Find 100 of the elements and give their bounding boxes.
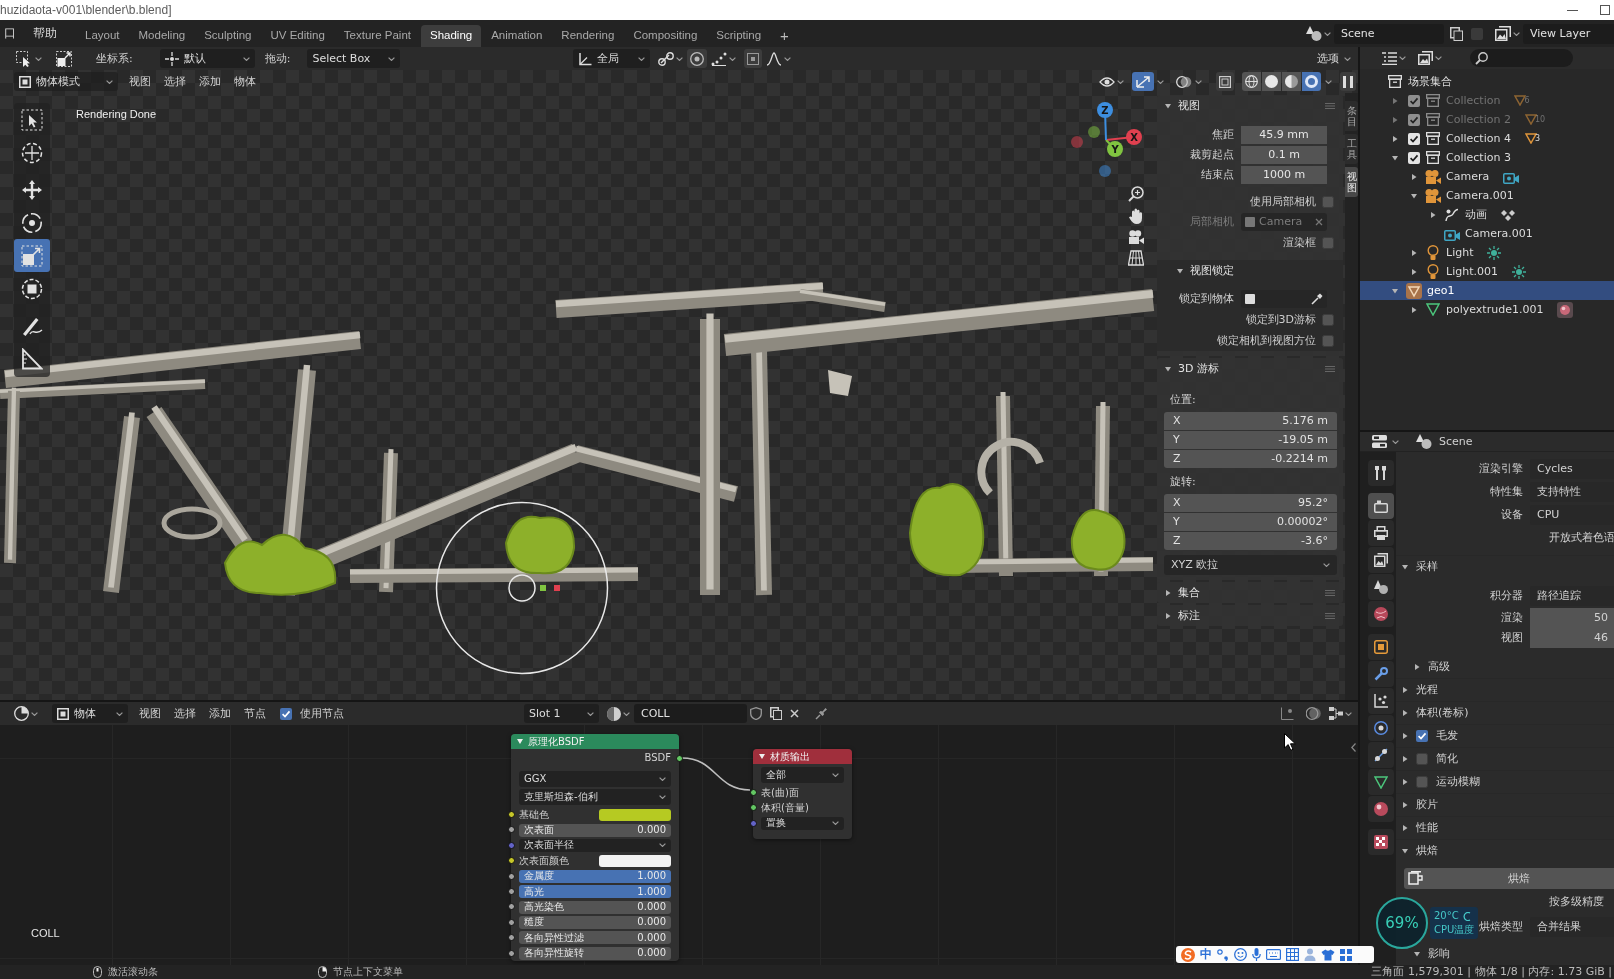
caret-icon[interactable] (1195, 79, 1202, 84)
close-icon[interactable] (790, 709, 799, 718)
node-link[interactable] (682, 755, 750, 793)
object-type-dropdown[interactable]: 物体 (52, 704, 128, 723)
disclosure-triangle-icon[interactable] (1402, 733, 1408, 739)
subpanel-title[interactable]: 影响 (1428, 946, 1450, 961)
disclosure-triangle-icon[interactable] (1410, 268, 1417, 275)
mode-dropdown[interactable]: 物体模式 (14, 72, 118, 91)
disclosure-triangle-icon[interactable] (1410, 249, 1417, 256)
node-dropdown[interactable]: 全部 (761, 767, 844, 783)
properties-tab[interactable] (1368, 460, 1394, 486)
hand-icon[interactable] (1128, 208, 1144, 224)
axis-handle[interactable] (1088, 126, 1100, 138)
caret-icon[interactable] (1117, 79, 1124, 84)
panel-title[interactable]: 集合 (1178, 585, 1200, 600)
sidebar-tab[interactable]: 条目 (1345, 101, 1358, 131)
caret-icon[interactable] (638, 56, 646, 61)
shield-icon[interactable] (750, 707, 762, 720)
workspace-tab[interactable]: Texture Paint (334, 25, 420, 47)
duplicate-icon[interactable] (1450, 26, 1463, 41)
workspace-tab[interactable]: Modeling (129, 25, 195, 47)
caret-icon[interactable] (659, 777, 666, 781)
bell-curve-icon[interactable] (766, 51, 783, 66)
menu-item[interactable]: 选择 (174, 706, 196, 721)
caret-icon[interactable] (1345, 711, 1352, 716)
caret-icon[interactable] (1324, 31, 1331, 36)
workspace-tab[interactable]: Scripting (707, 25, 771, 47)
pin-icon[interactable] (815, 707, 828, 720)
checkbox[interactable] (1416, 730, 1428, 742)
checkbox[interactable] (1322, 313, 1334, 326)
shading-button[interactable] (1302, 72, 1321, 91)
caret-icon[interactable] (659, 795, 666, 799)
value-slider[interactable]: 高光染色 0.000 (519, 900, 671, 914)
workspace-tab[interactable]: Sculpting (195, 25, 261, 47)
disclosure-triangle-icon[interactable] (1402, 779, 1408, 785)
object-picker-field[interactable] (1241, 290, 1327, 308)
half-shaded-sphere-icon[interactable] (607, 706, 621, 721)
value-slider[interactable]: 金属度 1.000 (519, 869, 671, 883)
value-slider[interactable]: 糙度 0.000 (519, 915, 671, 929)
checkbox[interactable] (1416, 776, 1428, 788)
caret-icon[interactable] (729, 56, 737, 61)
properties-tab[interactable] (1368, 769, 1394, 795)
pie-icon[interactable] (14, 706, 29, 721)
properties-tab[interactable] (1368, 547, 1394, 573)
number-field[interactable]: 46 (1530, 628, 1614, 648)
disclosure-triangle-icon[interactable] (1165, 589, 1171, 596)
panel-title[interactable]: 标注 (1178, 608, 1200, 623)
caret-icon[interactable] (388, 56, 396, 61)
caret-icon[interactable] (1399, 56, 1406, 60)
maximize-icon[interactable] (1600, 5, 1610, 15)
checkbox[interactable] (1407, 151, 1420, 164)
outliner-item[interactable]: Collection 3 (1360, 148, 1614, 167)
shading-button[interactable] (1242, 72, 1261, 91)
menu-item[interactable]: 添加 (199, 74, 221, 89)
cone-sphere-icon[interactable] (1306, 26, 1322, 41)
caret-icon[interactable] (1344, 56, 1351, 61)
caret-icon[interactable] (1435, 56, 1442, 60)
panel-title[interactable]: 采样 (1416, 560, 1438, 574)
panel-title[interactable]: 烘焙 (1416, 844, 1438, 858)
options-dropdown[interactable]: 选项 (1312, 49, 1356, 68)
workspace-tab[interactable]: Shading (421, 25, 482, 47)
transform-orientation-dropdown[interactable]: 全局 (573, 49, 651, 68)
input-dropdown[interactable]: 次表面半径 (519, 838, 671, 852)
scale-tool-icon[interactable] (56, 50, 72, 67)
logo-icon[interactable] (1181, 947, 1195, 962)
disclosure-triangle-icon[interactable] (1165, 102, 1171, 109)
value-slider[interactable]: 高光 1.000 (519, 885, 671, 899)
overlapping-circles-icon[interactable] (1176, 74, 1192, 89)
checkbox[interactable] (1322, 334, 1334, 347)
sphere-tile-icon[interactable] (1557, 301, 1574, 318)
chevron-left-icon[interactable] (1351, 743, 1356, 752)
menu-item[interactable]: 选择 (164, 74, 186, 89)
node-dropdown[interactable]: 克里斯坦森-伯利 (519, 789, 671, 805)
workspace-tab[interactable]: UV Editing (261, 25, 334, 47)
drag-handle-icon[interactable] (1325, 365, 1335, 372)
output-node[interactable]: 材质输出 全部 表(曲)面 体积(音量) 置换 (753, 749, 852, 840)
disclosure-triangle-icon[interactable] (1402, 710, 1408, 716)
caret-icon[interactable] (106, 79, 113, 84)
number-field[interactable]: 50 (1530, 608, 1614, 628)
workspace-tab[interactable]: Rendering (552, 25, 624, 47)
panel-title[interactable]: 体积(卷标) (1416, 706, 1469, 720)
rising-dots-icon[interactable] (711, 51, 728, 66)
workspace-tab[interactable]: Compositing (624, 25, 707, 47)
collapse-triangle-icon[interactable] (759, 754, 765, 759)
caret-icon[interactable] (676, 56, 684, 61)
disclosure-triangle-icon[interactable] (1402, 756, 1408, 762)
keyboard-icon[interactable] (1266, 949, 1281, 960)
corner-dot-icon[interactable] (1281, 707, 1294, 720)
node-socket[interactable] (675, 754, 683, 762)
sun-icon[interactable] (1511, 264, 1526, 279)
disclosure-triangle-icon[interactable] (1402, 564, 1408, 570)
panel-title[interactable]: 胶片 (1416, 798, 1438, 812)
outliner-item[interactable]: Collection 4 3 (1360, 129, 1614, 148)
sliders-icon[interactable] (1372, 435, 1387, 448)
disclosure-triangle-icon[interactable] (1410, 192, 1417, 199)
minimize-icon[interactable] (1567, 9, 1578, 11)
menu-item[interactable]: 视图 (129, 74, 151, 89)
properties-tab[interactable] (1368, 634, 1394, 660)
diamonds-icon[interactable] (1501, 208, 1515, 221)
menu-item[interactable]: 添加 (209, 706, 231, 721)
